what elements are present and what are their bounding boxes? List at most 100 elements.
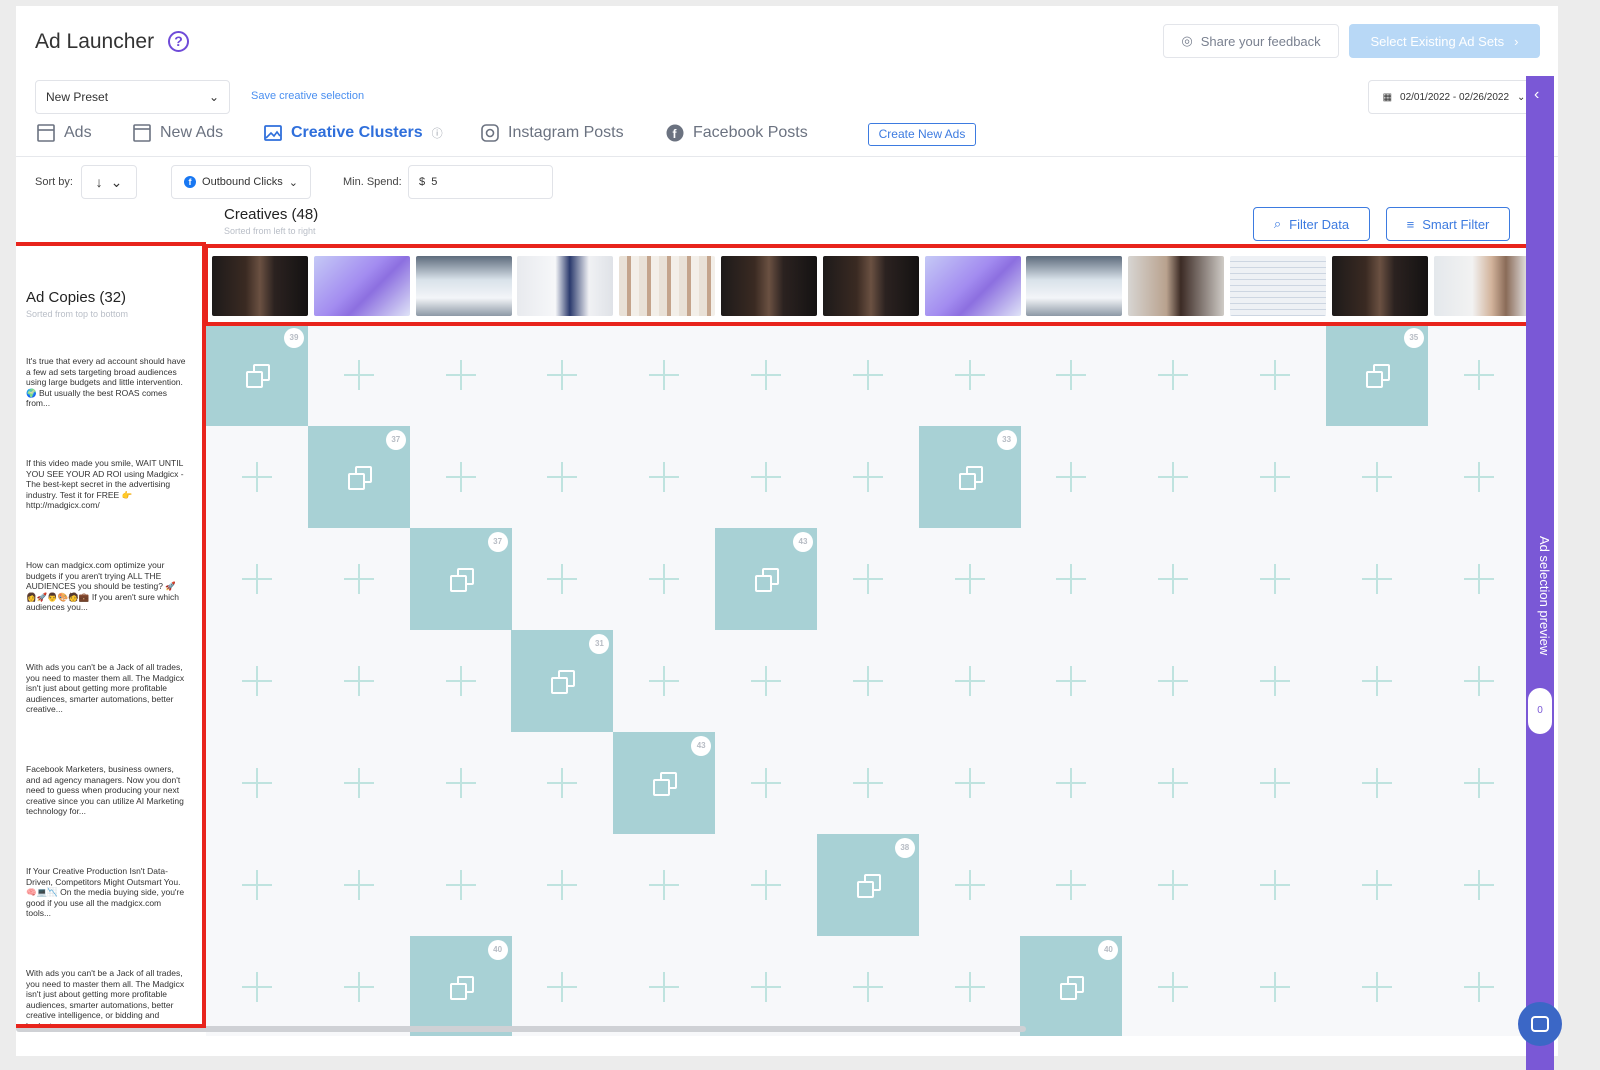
matrix-cell-add[interactable]: [1326, 936, 1428, 1036]
matrix-cell-selected[interactable]: 38: [816, 834, 919, 936]
matrix-cell-add[interactable]: [919, 834, 1021, 936]
tab-instagram-posts[interactable]: Instagram Posts: [481, 119, 624, 147]
ad-copy-item[interactable]: It's true that every ad account should h…: [26, 356, 186, 422]
matrix-cell-add[interactable]: [1428, 630, 1526, 732]
matrix-cell-add[interactable]: [1224, 528, 1326, 630]
horizontal-scrollbar[interactable]: [16, 1026, 1026, 1032]
matrix-cell-add[interactable]: [613, 324, 715, 426]
matrix-cell-add[interactable]: [410, 324, 512, 426]
matrix-cell-add[interactable]: [613, 936, 715, 1036]
matrix-cell-add[interactable]: [1224, 630, 1326, 732]
matrix-cell-selected[interactable]: 43: [613, 732, 716, 834]
matrix-cell-add[interactable]: [511, 528, 613, 630]
matrix-cell-add[interactable]: [1428, 528, 1526, 630]
matrix-cell-add[interactable]: [613, 834, 715, 936]
matrix-cell-selected[interactable]: 43: [715, 528, 817, 630]
matrix-cell-add[interactable]: [1122, 426, 1224, 528]
matrix-cell-add[interactable]: [1122, 732, 1224, 834]
matrix-cell-add[interactable]: [1428, 426, 1526, 528]
creative-thumbnail-video-dark-man[interactable]: [1331, 256, 1428, 316]
creative-thumbnail-video-dark-man[interactable]: [212, 256, 308, 316]
matrix-cell-add[interactable]: [1428, 936, 1526, 1036]
tab-new-ads[interactable]: New Ads: [133, 119, 223, 147]
date-range-picker[interactable]: ▦ 02/01/2022 - 02/26/2022 ⌄: [1368, 80, 1540, 114]
matrix-cell-add[interactable]: [1326, 834, 1428, 936]
ad-copy-item[interactable]: With ads you can't be a Jack of all trad…: [26, 968, 186, 1034]
metric-dropdown[interactable]: f Outbound Clicks ⌄: [171, 165, 311, 199]
creative-thumbnail-laptop-dashboard[interactable]: [415, 256, 512, 316]
matrix-cell-add[interactable]: [308, 834, 410, 936]
creative-thumbnail-video-dark-man[interactable]: [721, 256, 817, 316]
matrix-cell-add[interactable]: [1122, 936, 1224, 1036]
matrix-cell-add[interactable]: [511, 324, 613, 426]
help-icon[interactable]: ?: [168, 31, 189, 52]
matrix-cell-add[interactable]: [715, 630, 817, 732]
matrix-cell-add[interactable]: [613, 528, 715, 630]
min-spend-input[interactable]: $ 5: [408, 165, 553, 199]
matrix-cell-add[interactable]: [1326, 630, 1428, 732]
creative-thumbnail-grid-of-products[interactable]: [619, 256, 716, 316]
matrix-cell-add[interactable]: [1020, 732, 1122, 834]
matrix-cell-selected[interactable]: 33: [918, 426, 1021, 528]
matrix-cell-add[interactable]: [308, 630, 410, 732]
ad-copy-item[interactable]: With ads you can't be a Jack of all trad…: [26, 662, 186, 728]
tab-facebook-posts[interactable]: f Facebook Posts: [666, 119, 808, 147]
matrix-cell-add[interactable]: [715, 936, 817, 1036]
save-creative-selection-link[interactable]: Save creative selection: [251, 90, 364, 102]
info-icon[interactable]: ⓘ: [432, 125, 443, 141]
matrix-cell-add[interactable]: [613, 426, 715, 528]
matrix-cell-add[interactable]: [511, 834, 613, 936]
matrix-cell-add[interactable]: [511, 936, 613, 1036]
matrix-cell-add[interactable]: [919, 630, 1021, 732]
matrix-cell-add[interactable]: [817, 732, 919, 834]
matrix-cell-add[interactable]: [715, 834, 817, 936]
matrix-cell-add[interactable]: [206, 834, 308, 936]
matrix-cell-add[interactable]: [308, 936, 410, 1036]
select-existing-ad-sets-button[interactable]: Select Existing Ad Sets ›: [1349, 24, 1540, 58]
matrix-cell-add[interactable]: [511, 426, 613, 528]
matrix-cell-add[interactable]: [511, 732, 613, 834]
tab-ads[interactable]: Ads: [37, 119, 92, 147]
matrix-cell-add[interactable]: [817, 630, 919, 732]
creative-thumbnail-3d-purple-character[interactable]: [313, 256, 410, 316]
preset-dropdown[interactable]: New Preset ⌄: [35, 80, 230, 114]
matrix-cell-add[interactable]: [1224, 324, 1326, 426]
matrix-cell-add[interactable]: [1428, 732, 1526, 834]
ad-copy-item[interactable]: How can madgicx.com optimize your budget…: [26, 560, 186, 626]
matrix-cell-add[interactable]: [206, 426, 308, 528]
matrix-cell-add[interactable]: [817, 426, 919, 528]
matrix-cell-add[interactable]: [410, 732, 512, 834]
share-feedback-button[interactable]: ◎ Share your feedback: [1163, 24, 1339, 58]
matrix-cell-add[interactable]: [308, 324, 410, 426]
matrix-cell-add[interactable]: [1326, 732, 1428, 834]
matrix-cell-add[interactable]: [817, 936, 919, 1036]
creative-thumbnail-man-headset[interactable]: [1128, 256, 1225, 316]
creative-thumbnail-video-dark-man[interactable]: [822, 256, 919, 316]
matrix-cell-add[interactable]: [1020, 528, 1122, 630]
matrix-cell-add[interactable]: [1122, 834, 1224, 936]
matrix-cell-add[interactable]: [1122, 630, 1224, 732]
chevron-left-icon[interactable]: ‹: [1534, 86, 1539, 104]
matrix-cell-add[interactable]: [1428, 834, 1526, 936]
creative-thumbnail-laptop-dashboard[interactable]: [1026, 256, 1123, 316]
matrix-cell-add[interactable]: [715, 324, 817, 426]
matrix-cell-add[interactable]: [613, 630, 715, 732]
matrix-cell-add[interactable]: [308, 732, 410, 834]
matrix-cell-add[interactable]: [715, 426, 817, 528]
matrix-cell-add[interactable]: [817, 528, 919, 630]
matrix-cell-add[interactable]: [1224, 426, 1326, 528]
matrix-cell-add[interactable]: [1020, 426, 1122, 528]
matrix-cell-add[interactable]: [919, 732, 1021, 834]
matrix-cell-selected[interactable]: 40: [1020, 936, 1123, 1036]
matrix-cell-add[interactable]: [206, 936, 308, 1036]
matrix-cell-add[interactable]: [1326, 426, 1428, 528]
matrix-cell-selected[interactable]: 35: [1325, 324, 1428, 426]
matrix-cell-add[interactable]: [1224, 936, 1326, 1036]
matrix-cell-add[interactable]: [1428, 324, 1526, 426]
ad-copy-item[interactable]: If this video made you smile, WAIT UNTIL…: [26, 458, 186, 524]
ad-copy-item[interactable]: If Your Creative Production Isn't Data-D…: [26, 866, 186, 932]
matrix-cell-add[interactable]: [817, 324, 919, 426]
matrix-cell-add[interactable]: [919, 936, 1021, 1036]
matrix-cell-add[interactable]: [1224, 834, 1326, 936]
chat-button[interactable]: [1518, 1002, 1562, 1046]
